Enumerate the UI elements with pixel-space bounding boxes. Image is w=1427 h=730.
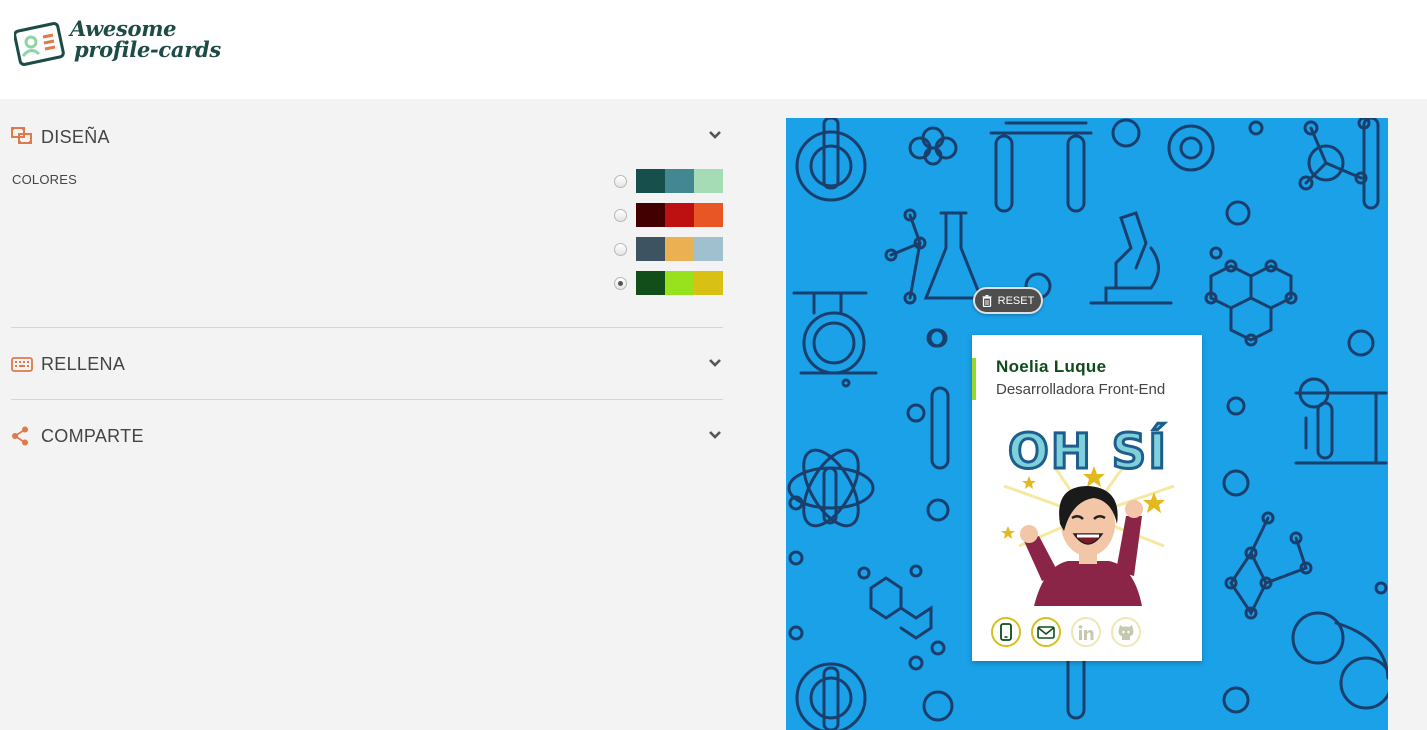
palette-radio[interactable] — [614, 174, 627, 188]
share-icon — [12, 426, 28, 446]
card-accent-bar — [972, 358, 976, 400]
colors-label: COLORES — [12, 172, 77, 187]
card-name: Noelia Luque — [996, 357, 1107, 376]
share-section-title: COMPARTE — [41, 425, 144, 446]
linkedin-icon — [1078, 624, 1094, 640]
palette-swatch[interactable] — [694, 169, 723, 193]
trash-icon — [982, 294, 992, 307]
palette-swatch[interactable] — [636, 169, 665, 193]
palette-swatch[interactable] — [636, 271, 665, 295]
card-social-links — [991, 617, 1141, 647]
palette-swatch[interactable] — [665, 271, 694, 295]
palette-option[interactable] — [614, 203, 723, 227]
share-section: COMPARTE — [11, 400, 723, 472]
palette-radio[interactable] — [614, 242, 627, 256]
palette-swatch[interactable] — [636, 237, 665, 261]
profile-image: OH SÍ — [1001, 422, 1175, 606]
logo-line1: Awesome — [70, 16, 177, 41]
chevron-down-icon[interactable] — [707, 355, 723, 371]
palette-radio[interactable] — [614, 208, 627, 222]
email-link[interactable] — [1031, 617, 1061, 647]
palette-swatch[interactable] — [694, 237, 723, 261]
reset-label: RESET — [997, 294, 1035, 307]
palette-swatch[interactable] — [694, 271, 723, 295]
fill-section-header[interactable]: RELLENA — [11, 328, 723, 400]
sticker-text: OH SÍ — [1008, 423, 1168, 480]
palette-swatch[interactable] — [665, 169, 694, 193]
palette-radio[interactable] — [614, 276, 627, 290]
design-section-header[interactable]: DISEÑA — [11, 99, 723, 175]
reset-button[interactable]: RESET — [973, 287, 1043, 314]
palette-swatch[interactable] — [665, 237, 694, 261]
phone-link[interactable] — [991, 617, 1021, 647]
share-section-header[interactable]: COMPARTE — [11, 400, 723, 472]
linkedin-link[interactable] — [1071, 617, 1101, 647]
phone-icon — [1000, 623, 1012, 641]
palette-swatch[interactable] — [665, 203, 694, 227]
email-icon — [1037, 625, 1055, 639]
profile-card: Noelia Luque Desarrolladora Front-End OH… — [972, 335, 1202, 661]
profile-card-logo-icon — [14, 22, 65, 66]
chevron-down-icon[interactable] — [707, 427, 723, 443]
keyboard-icon — [11, 357, 33, 372]
chevron-down-icon[interactable] — [707, 127, 723, 143]
logo[interactable]: Awesome profile-cards — [14, 18, 221, 68]
palette-swatch[interactable] — [694, 203, 723, 227]
palette-option[interactable] — [614, 237, 723, 261]
logo-line2: profile-cards — [74, 37, 221, 62]
logo-text: Awesome profile-cards — [70, 18, 221, 60]
app-header: Awesome profile-cards — [0, 0, 1427, 99]
palette-option[interactable] — [614, 271, 723, 295]
fill-section-title: RELLENA — [41, 353, 126, 374]
object-ungroup-icon — [11, 127, 32, 144]
github-icon — [1118, 625, 1134, 640]
form-panel: DISEÑA COLORES RELLENA COMPARTE — [11, 99, 723, 472]
fill-section: RELLENA — [11, 328, 723, 400]
design-section: DISEÑA COLORES — [11, 99, 723, 328]
palette-option[interactable] — [614, 169, 723, 193]
github-link[interactable] — [1111, 617, 1141, 647]
card-job: Desarrolladora Front-End — [996, 381, 1166, 398]
design-section-title: DISEÑA — [41, 126, 110, 147]
palette-swatch[interactable] — [636, 203, 665, 227]
